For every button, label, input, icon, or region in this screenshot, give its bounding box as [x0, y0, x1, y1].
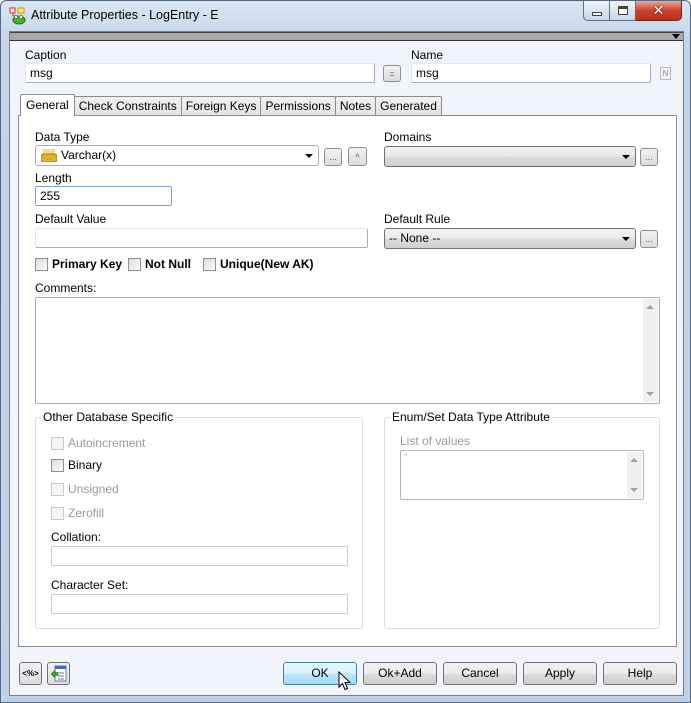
script-tag-icon: <%>: [22, 669, 39, 678]
checkbox-box[interactable]: [51, 506, 64, 520]
binary-label: Binary: [68, 458, 103, 472]
list-of-values-scrollbar[interactable]: [627, 452, 642, 498]
default-value-label: Default Value: [35, 212, 107, 226]
default-value-input[interactable]: [35, 228, 368, 248]
checkbox-box[interactable]: [35, 257, 48, 271]
data-type-browse-button[interactable]: ...: [324, 148, 342, 166]
list-of-values-value: ": [404, 452, 408, 462]
title-bar[interactable]: Attribute Properties - LogEntry - E ✕: [1, 1, 690, 31]
list-of-values-textarea[interactable]: ": [400, 450, 644, 500]
data-type-value: Varchar(x): [61, 148, 117, 162]
tab-foreign-keys[interactable]: Foreign Keys: [180, 96, 262, 116]
other-database-specific-group: Other Database Specific Autoincrement Bi…: [35, 410, 363, 629]
zerofill-label: Zerofill: [68, 506, 105, 520]
scroll-down-icon[interactable]: [630, 488, 638, 492]
maximize-button[interactable]: [610, 1, 636, 21]
chevron-down-icon[interactable]: [672, 34, 680, 39]
checkbox-box[interactable]: [51, 458, 64, 472]
collation-input[interactable]: [51, 546, 348, 566]
tab-notes[interactable]: Notes: [334, 96, 377, 116]
zerofill-checkbox[interactable]: Zerofill: [51, 506, 104, 520]
close-button[interactable]: ✕: [636, 1, 682, 21]
character-set-label: Character Set:: [51, 578, 129, 592]
length-label: Length: [35, 171, 72, 185]
primary-key-label: Primary Key: [52, 257, 123, 271]
checkbox-box[interactable]: [203, 257, 216, 271]
unsigned-checkbox[interactable]: Unsigned: [51, 482, 119, 496]
autoincrement-label: Autoincrement: [68, 436, 146, 450]
sync-equals-button[interactable]: =: [383, 65, 401, 82]
list-of-values-label: List of values: [400, 434, 471, 448]
unsigned-label: Unsigned: [68, 482, 119, 496]
minimize-button[interactable]: [583, 1, 610, 21]
ok-add-button[interactable]: Ok+Add: [363, 662, 437, 685]
object-selector-bar[interactable]: [10, 32, 683, 41]
maximize-icon: [617, 6, 628, 15]
collation-label: Collation:: [51, 530, 102, 544]
dropdown-arrow-icon: [305, 154, 313, 158]
character-set-input[interactable]: [51, 594, 348, 614]
help-button[interactable]: Help: [603, 662, 677, 685]
apply-button[interactable]: Apply: [523, 662, 597, 685]
scroll-down-icon[interactable]: [646, 392, 654, 396]
tab-permissions[interactable]: Permissions: [260, 96, 336, 116]
scroll-up-icon[interactable]: [646, 305, 654, 309]
binary-checkbox[interactable]: Binary: [51, 458, 102, 472]
general-tab-panel: Data Type ... Varchar(x) ... ^ Domains .…: [18, 115, 677, 647]
autoincrement-checkbox[interactable]: Autoincrement: [51, 436, 145, 450]
domains-label: Domains: [384, 130, 432, 144]
caption-label: Caption: [25, 48, 67, 62]
scroll-up-icon[interactable]: [630, 458, 638, 462]
svg-text:...: ...: [47, 156, 51, 162]
default-rule-select[interactable]: -- None --: [384, 228, 636, 249]
cancel-button[interactable]: Cancel: [443, 662, 517, 685]
data-type-select[interactable]: ... Varchar(x): [35, 145, 319, 166]
import-table-icon: [50, 665, 67, 682]
unique-checkbox[interactable]: Unique(New AK): [203, 257, 314, 271]
window-title: Attribute Properties - LogEntry - E: [31, 8, 219, 22]
mouse-pointer-icon: [338, 671, 352, 691]
default-rule-value: -- None --: [389, 231, 441, 245]
dialog-client-area: Caption msg = Name msg N General Check C…: [9, 31, 684, 696]
checkbox-box[interactable]: [128, 257, 141, 271]
close-icon: ✕: [652, 2, 665, 19]
enum-set-group: Enum/Set Data Type Attribute List of val…: [384, 410, 660, 629]
default-rule-browse-button[interactable]: ...: [640, 230, 658, 248]
naming-standard-icon[interactable]: N: [660, 67, 671, 80]
comments-textarea[interactable]: [35, 297, 660, 404]
domains-select[interactable]: [384, 146, 636, 167]
data-type-label: Data Type: [35, 130, 90, 144]
not-null-checkbox[interactable]: Not Null: [128, 257, 191, 271]
enum-set-title: Enum/Set Data Type Attribute: [390, 410, 552, 424]
other-database-specific-title: Other Database Specific: [41, 410, 176, 424]
domains-browse-button[interactable]: ...: [640, 148, 658, 166]
tab-generated[interactable]: Generated: [375, 96, 442, 116]
checkbox-box[interactable]: [51, 482, 64, 496]
attribute-properties-window: Attribute Properties - LogEntry - E ✕ Ca…: [0, 0, 691, 703]
comments-scrollbar[interactable]: [643, 299, 658, 402]
primary-key-checkbox[interactable]: Primary Key: [35, 257, 122, 271]
name-label: Name: [411, 48, 444, 62]
minimize-icon: [591, 11, 602, 16]
length-input[interactable]: 255: [35, 186, 172, 206]
tab-strip: General Check Constraints Foreign Keys P…: [20, 94, 442, 116]
checkbox-box[interactable]: [51, 436, 64, 450]
tab-check-constraints[interactable]: Check Constraints: [73, 96, 182, 116]
caption-input[interactable]: msg: [25, 63, 375, 83]
unique-label: Unique(New AK): [220, 257, 314, 271]
dropdown-arrow-icon: [622, 155, 630, 159]
default-rule-label: Default Rule: [384, 212, 451, 226]
macro-script-button[interactable]: <%>: [19, 662, 42, 685]
varchar-type-icon: ...: [41, 149, 57, 162]
window-controls: ✕: [583, 1, 682, 21]
dropdown-arrow-icon: [622, 237, 630, 241]
not-null-label: Not Null: [145, 257, 191, 271]
tab-general[interactable]: General: [20, 94, 75, 116]
erwin-frog-icon: [9, 7, 26, 25]
data-type-up-button[interactable]: ^: [348, 147, 367, 166]
comments-label: Comments:: [35, 281, 97, 295]
import-properties-button[interactable]: [47, 662, 70, 685]
name-input[interactable]: msg: [411, 63, 651, 83]
